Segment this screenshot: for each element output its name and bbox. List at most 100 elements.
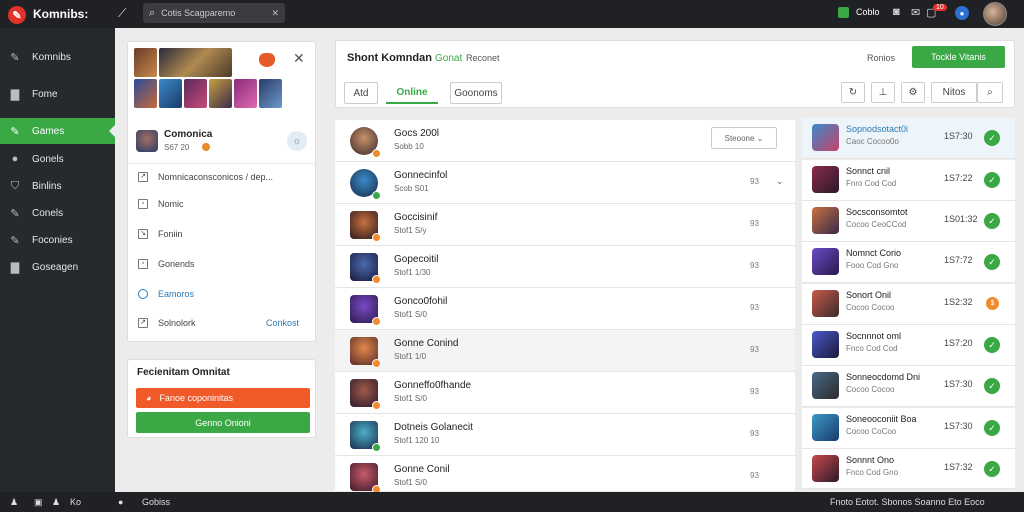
chevron-down-icon[interactable]: ⌄: [776, 176, 784, 187]
avatar[interactable]: [136, 130, 158, 152]
profile-row[interactable]: ▫ Gonends: [138, 259, 195, 269]
friend-row[interactable]: Gopecoitil Stof1 1/30 93: [335, 246, 795, 288]
profile-row[interactable]: ↗ Nomnicaconsconicos / dep...: [138, 172, 273, 182]
tab-online[interactable]: Online: [386, 82, 438, 104]
friend-row[interactable]: Goccisinif Stof1 S/y 93: [335, 204, 795, 246]
primary-button[interactable]: Tockle Vitanis: [912, 46, 1005, 68]
tab-goonoms[interactable]: Goonoms: [450, 82, 502, 104]
action-card-title: Fecienitam Omnitat: [137, 367, 230, 378]
game-thumb[interactable]: [159, 79, 182, 108]
sidebar-item-conels[interactable]: ✎ Conels: [0, 200, 115, 226]
lightbulb-icon[interactable]: ☼: [287, 131, 307, 151]
tool-nitos[interactable]: Nitos: [931, 82, 977, 103]
check-icon[interactable]: ✓: [984, 213, 1000, 229]
status-select[interactable]: Steoone ⌄: [711, 127, 777, 149]
avatar[interactable]: [812, 207, 839, 234]
contact-link[interactable]: Conkost: [266, 318, 299, 328]
request-row[interactable]: Socsconsomtot Cocoo CeoCCod 1S01:32 ✓: [802, 201, 1015, 242]
user-icon[interactable]: ♟: [52, 497, 60, 508]
sidebar-item-gonels[interactable]: ● Gonels: [0, 146, 115, 172]
request-row[interactable]: Sonort Onil Cocoo Cocoo 1S2:32 $: [802, 284, 1015, 325]
avatar[interactable]: [812, 331, 839, 358]
game-thumb[interactable]: [184, 79, 207, 108]
avatar[interactable]: [812, 414, 839, 441]
dot-icon[interactable]: ●: [118, 497, 123, 507]
filter-icon[interactable]: ⊥: [871, 82, 895, 103]
user-icon[interactable]: ●: [955, 6, 969, 20]
camera-icon[interactable]: ◙: [893, 6, 900, 18]
pending-icon[interactable]: $: [986, 297, 999, 310]
profile-row[interactable]: ↗ Solnolork: [138, 318, 196, 328]
check-icon[interactable]: ✓: [984, 130, 1000, 146]
tab-atd[interactable]: Atd: [344, 82, 378, 104]
chat-icon[interactable]: ▣: [34, 497, 43, 508]
check-icon[interactable]: ✓: [984, 378, 1000, 394]
friend-row[interactable]: Gonne Conind Stof1 1/0 93: [335, 330, 795, 372]
profile-row[interactable]: ↘ Foniin: [138, 229, 183, 239]
sidebar-item-goseagen[interactable]: ▇ Goseagen: [0, 254, 115, 280]
avatar[interactable]: [983, 2, 1007, 26]
settings-icon[interactable]: ⚙: [901, 82, 925, 103]
mail-icon[interactable]: ✉: [911, 6, 920, 19]
game-thumb[interactable]: [134, 48, 157, 77]
check-icon[interactable]: ✓: [984, 420, 1000, 436]
request-row[interactable]: Sopnodsotact0i Caoc Cocoo0o 1S7:30 ✓: [802, 118, 1015, 159]
game-thumb[interactable]: [259, 79, 282, 108]
check-icon[interactable]: ✓: [984, 461, 1000, 477]
orange-action-button[interactable]: ◕ Fanoe coponinitas: [136, 388, 310, 408]
request-row[interactable]: Soneooconiit Boa Cocoo CoCoo 1S7:30 ✓: [802, 408, 1015, 449]
avatar[interactable]: [812, 166, 839, 193]
sidebar-item-komnibs[interactable]: ✎ Komnibs: [0, 44, 115, 70]
friend-row[interactable]: Gonco0fohil Stof1 S/0 93: [335, 288, 795, 330]
search-text[interactable]: Cotis Scagparemo: [161, 8, 235, 18]
avatar[interactable]: [812, 290, 839, 317]
gem-icon[interactable]: [838, 7, 849, 18]
request-row[interactable]: Sonnct cnil Fnro Cod Cod 1S7:22 ✓: [802, 160, 1015, 201]
profile-row[interactable]: ▫ Nomic: [138, 199, 184, 209]
sidebar-item-binlins[interactable]: ⛉ Binlins: [0, 173, 115, 199]
avatar[interactable]: [812, 372, 839, 399]
game-thumb[interactable]: [234, 79, 257, 108]
game-thumb[interactable]: [134, 79, 157, 108]
check-icon[interactable]: ✓: [984, 172, 1000, 188]
profile-row[interactable]: Eamoros: [138, 289, 194, 299]
spacer: [234, 48, 257, 77]
sidebar-item-games[interactable]: ✎ Games: [0, 118, 116, 144]
check-icon[interactable]: ✓: [984, 254, 1000, 270]
request-row[interactable]: Socnnnot oml Fnco Cod Cod 1S7:20 ✓: [802, 325, 1015, 366]
refresh-icon[interactable]: ↻: [841, 82, 865, 103]
avatar[interactable]: [812, 248, 839, 275]
bottom-center-label: Gobiss: [142, 497, 171, 507]
friend-row[interactable]: Gocs 200l Sobb 10 Steoone ⌄: [335, 120, 795, 162]
request-time: 1S7:22: [944, 173, 973, 183]
avatar[interactable]: [812, 124, 839, 151]
friend-row[interactable]: Dotneis Golanecit Stof1 120 10 93: [335, 414, 795, 456]
green-action-button[interactable]: Genno Onioni: [136, 412, 310, 433]
sidebar-item-foconies[interactable]: ✎ Foconies: [0, 227, 115, 253]
request-row[interactable]: Sonneocdomd Dni Cocoo Cocoo 1S7:30 ✓: [802, 366, 1015, 407]
app-logo[interactable]: ✎: [8, 6, 26, 24]
friend-row[interactable]: Gonneffo0fhande Stof1 S/0 93: [335, 372, 795, 414]
friend-row[interactable]: Gonne Conil Stof1 S/0 93: [335, 456, 795, 494]
request-row[interactable]: Nomnct Corio Fooo Cod Gno 1S7:72 ✓: [802, 242, 1015, 283]
friend-name: Gonnecinfol: [394, 170, 448, 181]
avatar[interactable]: [812, 455, 839, 482]
friend-num: 93: [750, 219, 759, 228]
request-time: 1S7:30: [944, 131, 973, 141]
game-thumb[interactable]: [209, 79, 232, 108]
wand-icon[interactable]: ⟋: [118, 6, 126, 21]
friend-num: 93: [750, 177, 759, 186]
game-banner[interactable]: [159, 48, 232, 77]
sidebar-item-fome[interactable]: ▇ Fome: [0, 81, 115, 107]
close-icon[interactable]: ✕: [293, 50, 305, 67]
request-row[interactable]: Sonnnt Ono Fnco Cod Gno 1S7:32 ✓: [802, 449, 1015, 489]
friend-sub: Sobb 10: [394, 142, 424, 151]
check-icon[interactable]: ✓: [984, 337, 1000, 353]
user-icon[interactable]: ♟: [10, 497, 18, 508]
friend-num: 93: [750, 429, 759, 438]
search-icon[interactable]: ⌕: [977, 82, 1003, 103]
friend-num: 93: [750, 345, 759, 354]
close-icon[interactable]: ✕: [271, 8, 279, 19]
search-bar[interactable]: ⌕ Cotis Scagparemo ✕: [143, 3, 285, 23]
friend-row[interactable]: Gonnecinfol Scob S01 93 ⌄: [335, 162, 795, 204]
